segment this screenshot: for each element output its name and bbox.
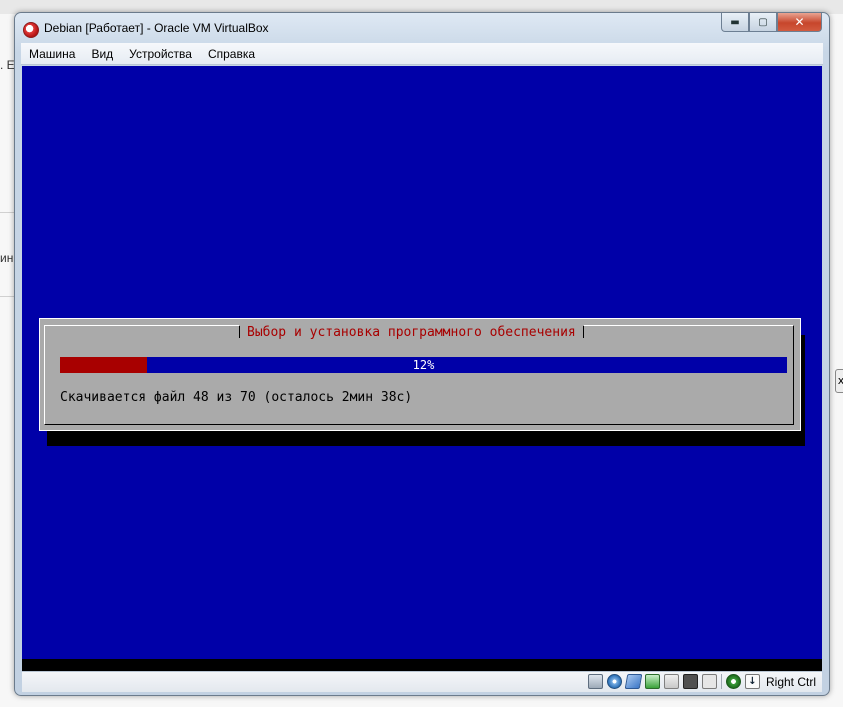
menu-help[interactable]: Справка xyxy=(200,47,263,61)
status-icons: ↓ Right Ctrl xyxy=(587,674,816,689)
mouse-integration-icon[interactable]: ↓ xyxy=(744,674,760,689)
menu-machine[interactable]: Машина xyxy=(21,47,83,61)
status-separator xyxy=(720,674,722,689)
progress-bar: 12% xyxy=(60,357,787,373)
menu-bar: Машина Вид Устройства Справка xyxy=(21,43,823,65)
virtualization-icon[interactable] xyxy=(725,674,741,689)
title-bar[interactable]: Debian [Работает] - Oracle VM VirtualBox… xyxy=(15,13,829,43)
progress-percent: 12% xyxy=(412,358,435,372)
background-text-fragment: . Е xyxy=(0,58,15,72)
window-title: Debian [Работает] - Oracle VM VirtualBox xyxy=(44,21,269,35)
installer-dialog: Выбор и установка программного обеспечен… xyxy=(39,318,801,431)
background-button[interactable]: х xyxy=(835,369,843,393)
caption-buttons: ▬ ▢ ✕ xyxy=(721,13,822,33)
network-icon[interactable] xyxy=(644,674,660,689)
vm-screen[interactable]: Выбор и установка программного обеспечен… xyxy=(22,66,822,671)
vm-screen-bottom-strip xyxy=(22,659,822,671)
hard-disk-icon[interactable] xyxy=(587,674,603,689)
background-text-fragment: ин xyxy=(0,251,14,265)
virtualbox-window: Debian [Работает] - Oracle VM VirtualBox… xyxy=(14,12,830,696)
maximize-button[interactable]: ▢ xyxy=(749,13,777,32)
debian-swirl-icon xyxy=(23,22,39,38)
video-capture-icon[interactable] xyxy=(682,674,698,689)
floppy-icon[interactable] xyxy=(701,674,717,689)
background-divider xyxy=(0,296,14,297)
optical-drive-icon[interactable] xyxy=(606,674,622,689)
close-button[interactable]: ✕ xyxy=(777,13,822,32)
dialog-frame: Выбор и установка программного обеспечен… xyxy=(44,325,794,425)
usb-icon[interactable] xyxy=(624,674,643,689)
download-status: Скачивается файл 48 из 70 (осталось 2мин… xyxy=(60,390,413,405)
dialog-title: Выбор и установка программного обеспечен… xyxy=(239,325,584,341)
minimize-button[interactable]: ▬ xyxy=(721,13,749,32)
status-bar: ↓ Right Ctrl xyxy=(22,671,822,692)
shared-folders-icon[interactable] xyxy=(663,674,679,689)
menu-devices[interactable]: Устройства xyxy=(121,47,200,61)
host-key-label: Right Ctrl xyxy=(765,674,816,689)
menu-view[interactable]: Вид xyxy=(83,47,121,61)
background-divider xyxy=(0,212,14,213)
